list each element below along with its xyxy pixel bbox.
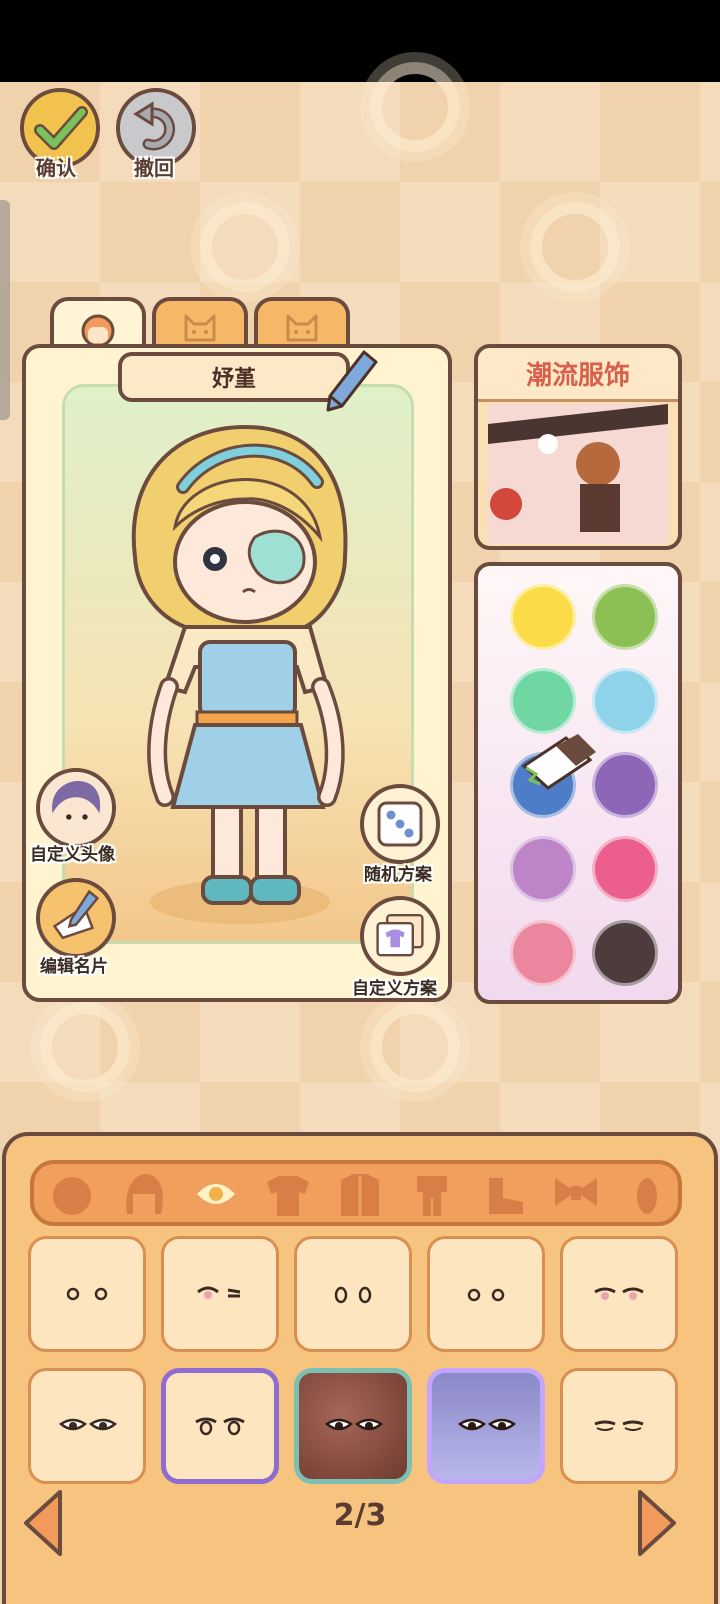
fashion-preview-image (488, 404, 668, 544)
eye-item[interactable] (427, 1236, 545, 1352)
coat-icon (341, 1174, 379, 1216)
eye-item[interactable] (28, 1236, 146, 1352)
custom-avatar-label: 自定义头像 (30, 845, 115, 865)
eye-style-thumbnail (334, 1286, 372, 1304)
sun-decoration (370, 1002, 460, 1092)
character-name: 妤堇 (211, 367, 256, 392)
more-icon (637, 1178, 657, 1214)
character-name-box[interactable]: 妤堇 (118, 352, 350, 402)
eye-style-thumbnail (58, 1418, 118, 1431)
color-swatch[interactable] (510, 920, 576, 986)
eye-item[interactable] (560, 1236, 678, 1352)
custom-plan-label: 自定义方案 (352, 979, 437, 999)
custom-plan-button[interactable] (360, 896, 440, 976)
bow-icon (555, 1178, 597, 1206)
category-bar (30, 1160, 682, 1226)
character-panel: 妤堇 自定义头像 编辑名片 随机方案 自定义方案 (22, 344, 452, 1002)
sun-decoration (200, 202, 290, 292)
category-hair[interactable] (114, 1170, 174, 1220)
color-swatch[interactable] (510, 668, 576, 734)
edit-card-button[interactable] (36, 878, 116, 958)
sun-decoration (370, 62, 460, 152)
item-panel (2, 1132, 718, 1604)
color-swatch[interactable] (592, 752, 658, 818)
custom-avatar-button[interactable] (36, 768, 116, 848)
eyes-icon (197, 1184, 235, 1204)
girl-face-icon (81, 314, 115, 348)
checkmark-icon (34, 106, 88, 150)
status-bar (0, 0, 720, 82)
eye-item[interactable] (161, 1236, 279, 1352)
color-swatch[interactable] (592, 668, 658, 734)
category-outfit[interactable] (402, 1170, 462, 1220)
category-more[interactable] (622, 1170, 672, 1220)
eye-style-thumbnail (324, 1418, 384, 1431)
undo-label: 撤回 (134, 156, 174, 180)
side-drawer-handle[interactable] (0, 200, 10, 420)
hair-icon (126, 1174, 163, 1214)
top-icon (267, 1176, 309, 1216)
edit-name-pencil-icon[interactable] (322, 346, 382, 416)
face-icon (53, 1177, 91, 1215)
paint-brush-icon (521, 734, 596, 790)
category-accessory[interactable] (546, 1170, 606, 1220)
color-swatch[interactable] (592, 836, 658, 902)
sun-decoration (530, 202, 620, 292)
color-swatch[interactable] (510, 836, 576, 902)
eye-style-thumbnail (457, 1418, 517, 1431)
cat-face-icon (286, 314, 318, 342)
prev-page-arrow-icon[interactable] (20, 1488, 66, 1558)
category-face[interactable] (42, 1170, 102, 1220)
tab-pet-1[interactable] (152, 297, 248, 351)
page-indicator: 2/3 (333, 1498, 387, 1533)
outfit-icon (417, 1176, 447, 1216)
random-plan-button[interactable] (360, 784, 440, 864)
sun-decoration (40, 1002, 130, 1092)
category-top[interactable] (258, 1170, 318, 1220)
fashion-card[interactable]: 潮流服饰 (474, 344, 682, 550)
outfit-cards-icon (376, 914, 424, 957)
eye-item-selected[interactable] (161, 1368, 279, 1484)
color-swatch[interactable] (510, 584, 576, 650)
undo-icon (133, 101, 175, 151)
eye-item-premium[interactable] (294, 1368, 412, 1484)
eye-item-premium[interactable] (427, 1368, 545, 1484)
avatar-face-icon (40, 772, 112, 844)
eye-style-thumbnail (467, 1288, 505, 1302)
eye-item[interactable] (28, 1368, 146, 1484)
color-swatch[interactable] (592, 584, 658, 650)
eye-style-thumbnail (594, 1287, 644, 1300)
eye-style-thumbnail (594, 1420, 644, 1431)
edit-card-label: 编辑名片 (40, 957, 108, 977)
random-plan-label: 随机方案 (364, 865, 432, 885)
dice-icon (377, 801, 423, 847)
next-page-arrow-icon[interactable] (634, 1488, 680, 1558)
color-palette (474, 562, 682, 1004)
confirm-label: 确认 (36, 156, 76, 180)
edit-card-icon (52, 889, 100, 940)
category-coat[interactable] (330, 1170, 390, 1220)
category-eyes[interactable] (186, 1170, 246, 1220)
tab-pet-2[interactable] (254, 297, 350, 351)
fashion-title: 潮流服饰 (478, 348, 678, 402)
eye-style-thumbnail (66, 1287, 108, 1301)
eye-item[interactable] (294, 1236, 412, 1352)
category-shoes[interactable] (474, 1170, 534, 1220)
eye-style-thumbnail (195, 1417, 245, 1436)
eye-item[interactable] (560, 1368, 678, 1484)
eye-style-thumbnail (197, 1286, 241, 1299)
shoes-icon (489, 1178, 523, 1214)
color-swatch[interactable] (592, 920, 658, 986)
cat-face-icon (184, 314, 216, 342)
